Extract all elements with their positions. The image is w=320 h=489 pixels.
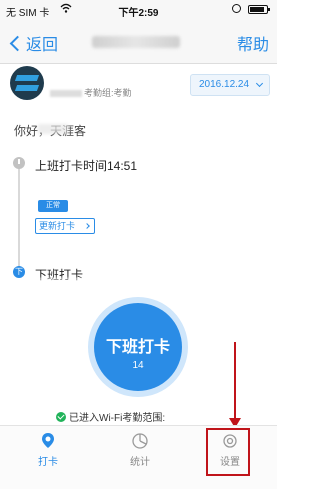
checkin-time-label: 上班打卡时间14:51 [35, 159, 138, 173]
status-badge: 正常 [38, 200, 68, 212]
tab-stats-label: 统计 [130, 457, 150, 468]
page-title-blurred [92, 36, 180, 48]
timeline-line [18, 160, 20, 275]
company-logo-avatar [10, 66, 44, 100]
back-label: 返回 [26, 37, 59, 54]
stats-icon [132, 433, 148, 449]
rotation-lock-icon [232, 4, 241, 13]
tab-checkin-label: 打卡 [38, 457, 58, 468]
paint-splash [0, 285, 80, 315]
date-picker[interactable]: 2016.12.24 [190, 74, 270, 96]
check-circle-icon [56, 411, 66, 422]
attendance-group-label: 考勤组:考勤 [84, 88, 132, 98]
paint-splash [180, 315, 250, 355]
checkout-button[interactable]: 下班打卡 14 [94, 303, 182, 391]
date-value: 2016.12.24 [199, 79, 250, 90]
back-button[interactable]: 返回 [8, 31, 58, 55]
location-pin-icon [42, 433, 54, 448]
timeline-dot-active: 下 [13, 266, 25, 278]
chevron-down-icon [255, 79, 264, 88]
tab-checkin[interactable]: 打卡 [18, 432, 78, 468]
chevron-right-icon [84, 223, 90, 229]
status-bar: 无 SIM 卡 下午2:59 [0, 0, 277, 20]
tab-stats[interactable]: 统计 [110, 432, 170, 468]
username-blurred [50, 90, 82, 98]
greeting: 你好，天涯客 [14, 124, 87, 138]
help-button[interactable]: 帮助 [237, 31, 269, 55]
timeline-dot-checked-icon [13, 157, 25, 169]
nav-bar: 返回 帮助 [0, 20, 277, 64]
chevron-left-icon [9, 35, 26, 51]
wifi-range-status: 已进入Wi-Fi考勤范围: [56, 409, 165, 424]
checkout-button-label: 下班打卡 [105, 339, 170, 356]
paint-splash [0, 320, 40, 380]
checkout-button-time: 14 [132, 360, 144, 371]
battery-icon [248, 5, 270, 14]
annotation-arrow [234, 342, 236, 422]
annotation-highlight-box [206, 428, 250, 476]
attendance-group: 考勤组:考勤 [50, 86, 132, 99]
update-checkin-label: 更新打卡 [39, 221, 76, 231]
checkout-label: 下班打卡 [35, 268, 84, 282]
wifi-range-label: 已进入Wi-Fi考勤范围: [69, 413, 166, 424]
update-checkin-button[interactable]: 更新打卡 [35, 218, 95, 234]
